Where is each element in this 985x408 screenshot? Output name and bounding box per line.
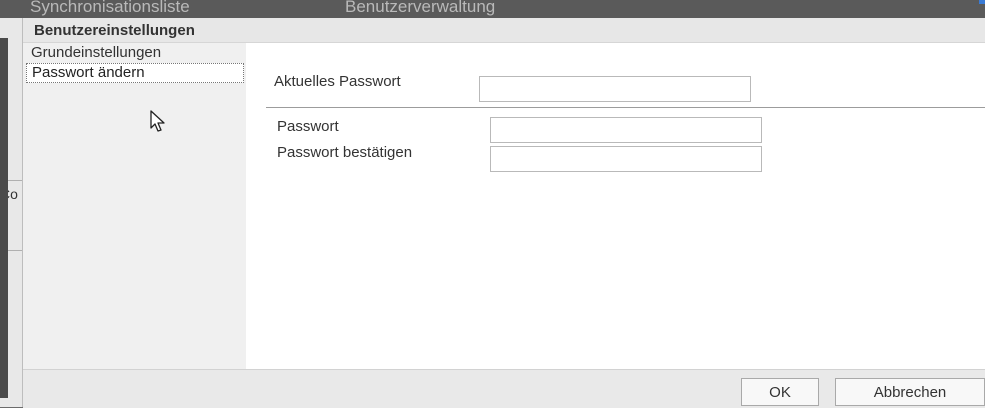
mouse-pointer-icon xyxy=(149,110,169,139)
password-form: Aktuelles Passwort Passwort Passwort bes… xyxy=(246,43,985,369)
dialog-footer: OK Abbrechen xyxy=(23,369,985,408)
background-tab-sync[interactable]: Synchronisationsliste xyxy=(30,0,280,18)
user-settings-dialog: Benutzereinstellungen Grundeinstellungen… xyxy=(22,18,985,408)
confirm-password-label: Passwort bestätigen xyxy=(277,144,413,161)
nav-item-change-password[interactable]: Passwort ändern xyxy=(26,63,244,83)
background-left-edge xyxy=(0,38,8,398)
background-tab-users[interactable]: Benutzerverwaltung xyxy=(345,0,615,18)
ok-button[interactable]: OK xyxy=(741,378,819,406)
dialog-title: Benutzereinstellungen xyxy=(34,22,195,39)
new-password-label: Passwort xyxy=(277,118,339,135)
nav-item-basic-settings[interactable]: Grundeinstellungen xyxy=(26,43,244,63)
cancel-button[interactable]: Abbrechen xyxy=(835,378,985,406)
settings-nav: Grundeinstellungen Passwort ändern xyxy=(23,43,246,369)
background-accent xyxy=(979,0,985,4)
current-password-field[interactable] xyxy=(479,76,751,102)
new-password-field[interactable] xyxy=(490,117,762,143)
current-password-label: Aktuelles Passwort xyxy=(274,73,401,90)
background-topbar: Synchronisationsliste Benutzerverwaltung xyxy=(0,0,985,18)
dialog-header[interactable]: Benutzereinstellungen xyxy=(23,18,985,43)
confirm-password-field[interactable] xyxy=(490,146,762,172)
form-divider xyxy=(266,107,985,108)
